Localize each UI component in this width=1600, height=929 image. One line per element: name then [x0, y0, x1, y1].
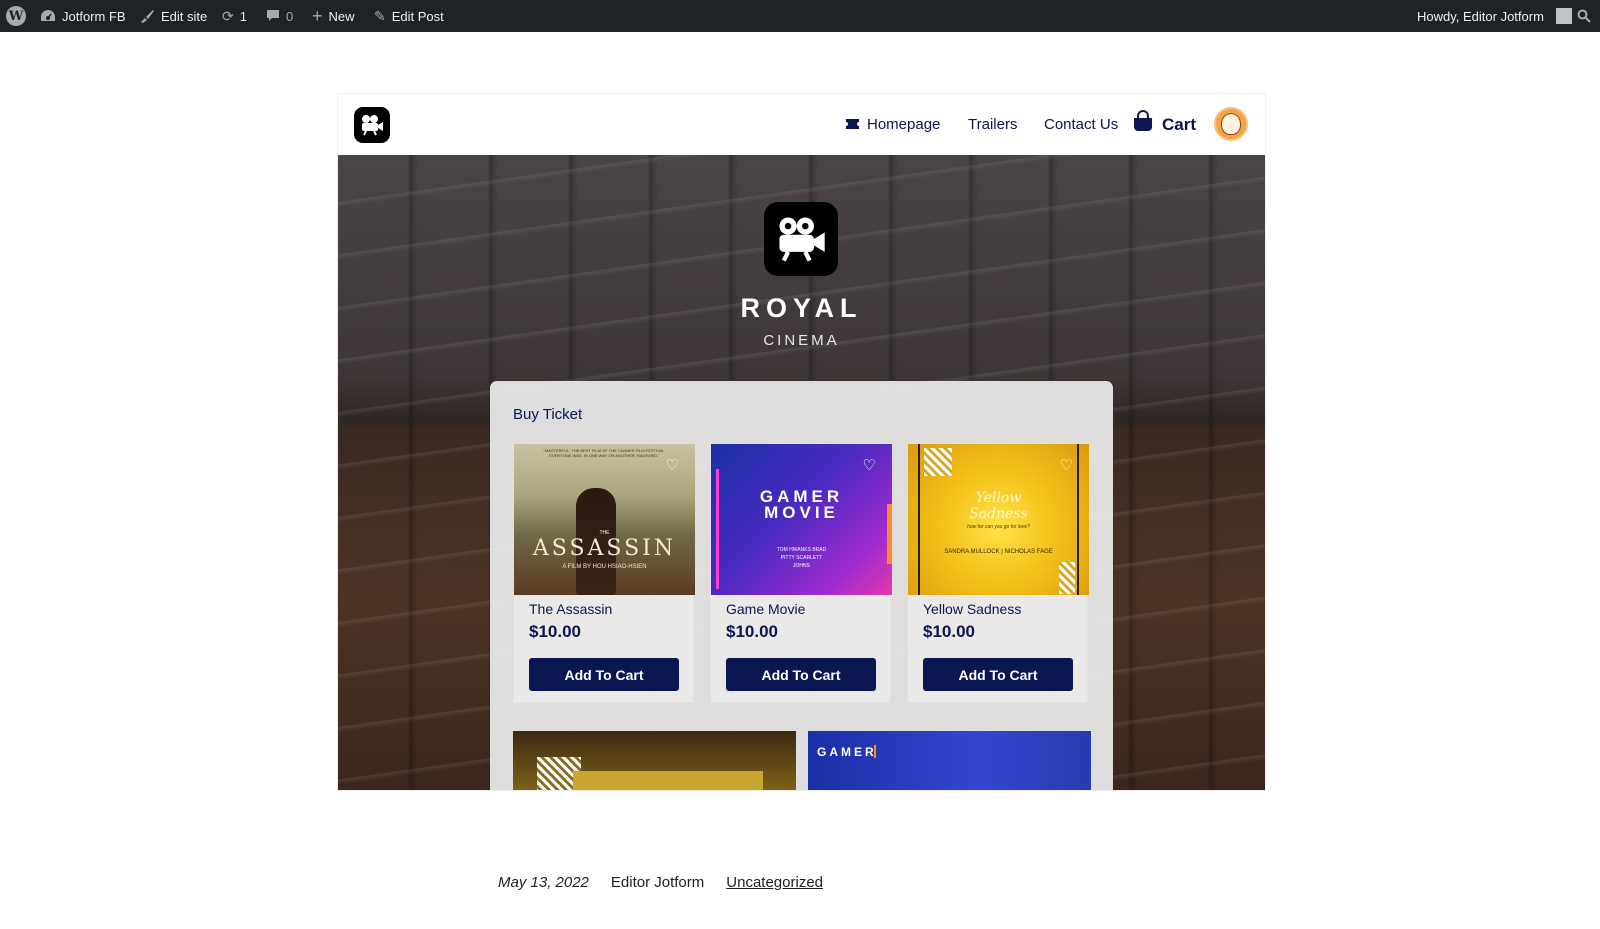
post-category-link[interactable]: Uncategorized [726, 874, 823, 891]
product-name: Yellow Sadness [923, 601, 1022, 617]
poster-tagline: how far can you go for love? [967, 524, 1030, 530]
edit-site-label: Edit site [161, 8, 208, 24]
comment-icon [266, 9, 280, 23]
nav-trailers-label: Trailers [968, 116, 1018, 133]
site-name-menu[interactable]: Jotform FB [40, 0, 126, 32]
heart-icon[interactable]: ♡ [863, 456, 876, 474]
poster-credit: A FILM BY HOU HSIAO-HSIEN [562, 564, 647, 570]
wordpress-menu[interactable]: W [6, 0, 26, 32]
user-avatar [1555, 8, 1572, 24]
product-card: GAMER MOVIE TOM HWANKS BRAD PITTY SCARLE… [710, 443, 892, 703]
poster-title: GAMER [817, 745, 877, 759]
edit-post-label: Edit Post [391, 8, 444, 24]
poster-stripe [716, 469, 719, 589]
post-author[interactable]: Editor Jotform [611, 874, 704, 891]
howdy-label: Howdy, Editor Jotform [1417, 8, 1544, 24]
nav-contact-us[interactable]: Contact Us [1044, 94, 1118, 155]
account-menu[interactable]: Howdy, Editor Jotform [1417, 0, 1572, 32]
cart-label: Cart [1162, 114, 1197, 134]
updates-count: 1 [239, 8, 247, 24]
pencil-icon: ✎ [374, 7, 386, 24]
poster-title: GAMER MOVIE [759, 487, 844, 522]
wordpress-icon: W [6, 6, 26, 26]
wp-admin-bar: W Jotform FB Edit site ⟳ 1 0 + New ✎ Edi… [0, 0, 1600, 32]
poster-cast: TOM HWANKS BRAD PITTY SCARLETT JOHNS [776, 547, 827, 569]
nav-cart[interactable]: Cart [1134, 94, 1196, 155]
edit-post-link[interactable]: ✎ Edit Post [374, 0, 444, 32]
product-price: $10.00 [726, 622, 778, 641]
nav-trailers[interactable]: Trailers [968, 94, 1017, 155]
admin-search[interactable] [1577, 0, 1591, 32]
site-header: Homepage Trailers Contact Us Cart [338, 94, 1265, 155]
search-icon [1577, 9, 1591, 23]
product-poster-partial: GAMER [808, 731, 1091, 790]
movie-camera-icon [362, 115, 383, 136]
nav-contact-label: Contact Us [1044, 116, 1119, 133]
hero-logo [764, 202, 838, 276]
refresh-icon: ⟳ [222, 7, 234, 24]
poster-title: ASSASSIN [532, 536, 677, 561]
product-card: Yellow Sadness how far can you go for lo… [907, 443, 1089, 703]
product-price: $10.00 [923, 622, 975, 641]
plus-icon: + [312, 5, 323, 26]
poster-stripe [874, 745, 876, 758]
heart-icon[interactable]: ♡ [666, 456, 679, 474]
poster-cast: SANDRA MULLOCK | NICHOLAS FAGE [944, 549, 1053, 555]
profile-avatar[interactable] [1214, 107, 1248, 141]
edit-site-link[interactable]: Edit site [139, 0, 207, 32]
site-logo[interactable] [354, 107, 390, 143]
post-date[interactable]: May 13, 2022 [498, 874, 589, 891]
basket-icon [1134, 110, 1152, 131]
comments-count: 0 [286, 8, 294, 24]
updates-link[interactable]: ⟳ 1 [222, 0, 247, 32]
product-card: "MASTERFUL. THE BEST FILM OF THE CANNES … [513, 443, 695, 703]
buy-ticket-form: Buy Ticket "MASTERFUL. THE BEST FILM OF … [490, 381, 1113, 790]
brush-icon [139, 8, 155, 24]
poster-pattern [924, 448, 952, 476]
poster-pattern [1059, 562, 1075, 594]
site-name-label: Jotform FB [62, 8, 126, 24]
hero-banner: ROYAL CINEMA Buy Ticket "MASTERFUL. THE … [338, 155, 1265, 790]
site-frame: Homepage Trailers Contact Us Cart ROYAL [337, 93, 1266, 791]
post-meta: May 13, 2022 Editor Jotform Uncategorize… [498, 874, 823, 891]
product-name: Game Movie [726, 601, 806, 617]
add-to-cart-button[interactable]: Add To Cart [923, 658, 1073, 691]
add-to-cart-button[interactable]: Add To Cart [726, 658, 876, 691]
form-title: Buy Ticket [513, 406, 583, 423]
ticket-icon [846, 118, 859, 132]
poster-title: Yellow Sadness [969, 490, 1028, 522]
product-price: $10.00 [529, 622, 581, 641]
avatar-face [1221, 113, 1241, 135]
new-label: New [328, 8, 355, 24]
movie-camera-icon [779, 217, 825, 262]
nav-homepage-label: Homepage [867, 116, 941, 133]
brand-title: ROYAL [740, 293, 863, 323]
comments-link[interactable]: 0 [266, 0, 293, 32]
heart-icon[interactable]: ♡ [1060, 456, 1073, 474]
product-poster-partial [513, 731, 796, 790]
add-to-cart-button[interactable]: Add To Cart [529, 658, 679, 691]
product-name: The Assassin [529, 601, 613, 617]
new-content-menu[interactable]: + New [312, 0, 355, 32]
brand-subtitle: CINEMA [763, 332, 840, 349]
nav-homepage[interactable]: Homepage [846, 94, 940, 155]
dashboard-icon [40, 9, 56, 23]
poster-block [573, 771, 763, 790]
